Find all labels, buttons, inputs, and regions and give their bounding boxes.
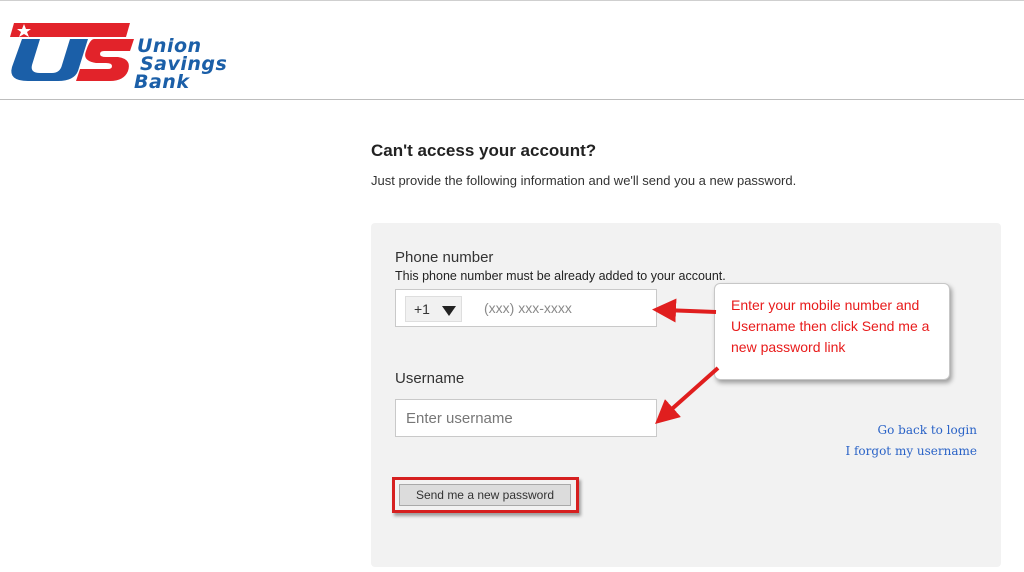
bank-logo[interactable]: Union Savings Bank	[0, 15, 240, 92]
bank-name: Union Savings Bank	[134, 37, 227, 93]
username-field[interactable]: Enter username	[395, 399, 657, 437]
username-input-placeholder[interactable]: Enter username	[406, 410, 513, 427]
phone-hint: This phone number must be already added …	[395, 269, 726, 283]
country-code-value: +1	[414, 301, 430, 317]
send-new-password-button[interactable]: Send me a new password	[399, 484, 571, 506]
go-back-to-login-link[interactable]: Go back to login	[878, 423, 977, 437]
caret-down-icon	[442, 306, 456, 316]
annotation-callout: Enter your mobile number and Username th…	[714, 283, 950, 380]
phone-label: Phone number	[395, 249, 494, 266]
phone-field[interactable]: +1 (xxx) xxx-xxxx	[395, 289, 657, 327]
us-logo-mark-icon	[10, 23, 134, 81]
username-label: Username	[395, 370, 465, 387]
red-arrow-icon	[652, 298, 720, 424]
page-title: Can't access your account?	[371, 141, 597, 160]
site-header: Union Savings Bank	[0, 0, 1024, 100]
phone-input-placeholder[interactable]: (xxx) xxx-xxxx	[484, 300, 572, 316]
annotation-text: Enter your mobile number and Username th…	[731, 297, 930, 355]
page-subtitle: Just provide the following information a…	[371, 173, 797, 188]
forgot-username-link[interactable]: I forgot my username	[845, 444, 977, 458]
country-code-select[interactable]: +1	[405, 296, 462, 322]
bank-name-line3: Bank	[134, 71, 190, 93]
